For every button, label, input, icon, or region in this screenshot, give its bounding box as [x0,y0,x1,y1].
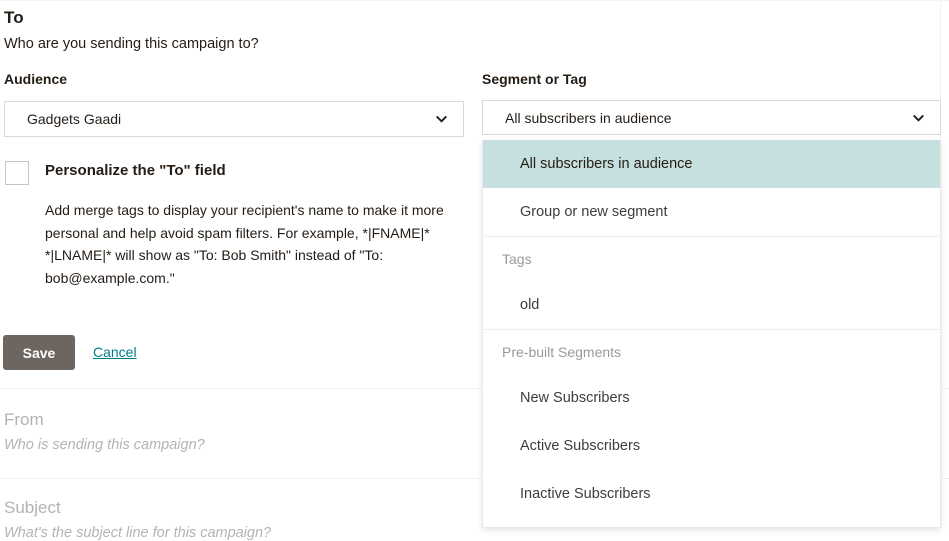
dropdown-option-label: Group or new segment [520,204,668,220]
subject-section-title: Subject [4,498,61,517]
dropdown-option[interactable]: old [483,281,940,329]
page-subtitle: Who are you sending this campaign to? [4,36,259,52]
audience-selected-value: Gadgets Gaadi [27,111,122,127]
dropdown-group-header: Pre-built Segments [502,344,622,360]
dropdown-option-label: Active Subscribers [520,438,641,454]
chevron-down-icon [913,112,924,123]
subject-section-subtitle: What's the subject line for this campaig… [4,525,272,541]
segment-label: Segment or Tag [482,71,587,87]
save-button[interactable]: Save [3,335,75,370]
from-section-subtitle: Who is sending this campaign? [4,437,205,453]
page-title: To [4,8,24,27]
segment-selected-value: All subscribers in audience [505,109,672,126]
campaign-to-step: To Who are you sending this campaign to?… [0,0,949,541]
dropdown-option[interactable]: New Subscribers [483,374,940,422]
dropdown-option[interactable]: Active Subscribers [483,422,940,470]
audience-label: Audience [4,71,68,87]
personalize-checkbox[interactable] [5,161,29,185]
personalize-checkbox-label: Personalize the "To" field [45,162,226,179]
segment-select[interactable]: All subscribers in audience [482,100,941,135]
segment-dropdown-menu[interactable]: All subscribers in audience Group or new … [482,140,941,528]
dropdown-option-label: old [520,297,540,313]
personalize-help-text: Add merge tags to display your recipient… [45,202,444,286]
dropdown-option[interactable]: All subscribers in audience [483,140,940,188]
chevron-down-icon [436,114,447,125]
top-divider [0,0,949,1]
from-section-title: From [4,410,44,429]
dropdown-option-label: All subscribers in audience [520,156,693,172]
dropdown-group-header: Tags [502,251,532,267]
audience-select[interactable]: Gadgets Gaadi [4,101,464,137]
dropdown-option[interactable]: Inactive Subscribers [483,470,940,518]
dropdown-option-label: Inactive Subscribers [520,486,651,502]
cancel-link[interactable]: Cancel [93,344,137,360]
dropdown-option-label: New Subscribers [520,390,630,406]
dropdown-option[interactable]: Group or new segment [483,188,940,236]
